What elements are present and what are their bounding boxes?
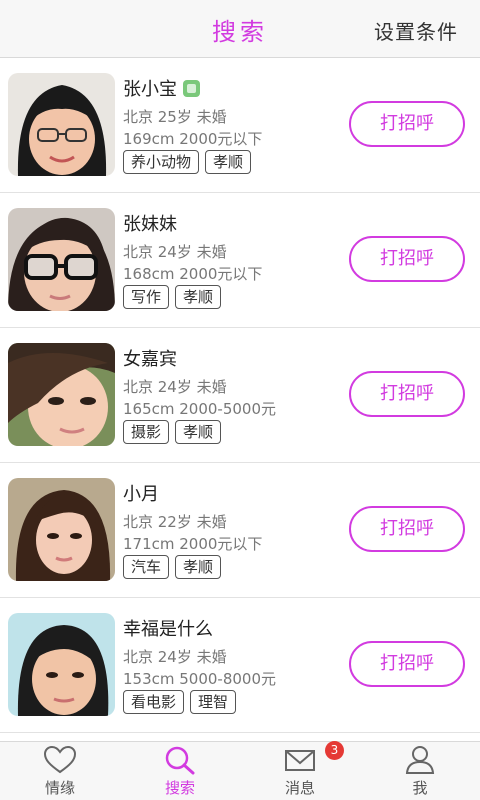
set-conditions-button[interactable]: 设置条件	[374, 16, 458, 45]
profile-height-income: 169cm 2000元以下	[123, 130, 263, 148]
profile-list-item[interactable]: 幸福是什么 北京 24岁 未婚 153cm 5000-8000元 看电影 理智 …	[0, 598, 480, 733]
profile-basic-info: 北京 25岁 未婚	[123, 108, 227, 126]
profile-basic-info: 北京 24岁 未婚	[123, 378, 227, 396]
profile-tag: 理智	[190, 690, 237, 714]
profile-height-income: 165cm 2000-5000元	[123, 400, 277, 418]
verified-icon	[183, 80, 200, 97]
profile-tag: 孝顺	[175, 555, 222, 579]
profile-height-income: 171cm 2000元以下	[123, 535, 263, 553]
profile-list-item[interactable]: 小月 北京 22岁 未婚 171cm 2000元以下 汽车 孝顺 打招呼	[0, 463, 480, 598]
profile-avatar[interactable]	[8, 208, 115, 311]
bottom-nav: 情缘 搜索 消息 我	[0, 741, 480, 800]
profile-list-item[interactable]: 女嘉宾 北京 24岁 未婚 165cm 2000-5000元 摄影 孝顺 打招呼	[0, 328, 480, 463]
profile-name: 幸福是什么	[123, 619, 213, 640]
greet-button[interactable]: 打招呼	[349, 506, 465, 552]
heart-icon	[42, 745, 78, 775]
profile-basic-info: 北京 24岁 未婚	[123, 648, 227, 666]
profile-tag: 摄影	[123, 420, 170, 444]
profile-tags: 摄影 孝顺	[123, 420, 222, 444]
profile-tag: 汽车	[123, 555, 170, 579]
greet-button[interactable]: 打招呼	[349, 236, 465, 282]
profile-height-income: 168cm 2000元以下	[123, 265, 263, 283]
profile-tags: 汽车 孝顺	[123, 555, 222, 579]
greet-button[interactable]: 打招呼	[349, 641, 465, 687]
profile-avatar[interactable]	[8, 343, 115, 446]
profile-basic-info: 北京 22岁 未婚	[123, 513, 227, 531]
profile-name: 张小宝	[123, 75, 200, 101]
person-icon	[402, 745, 438, 775]
profile-avatar[interactable]	[8, 613, 115, 716]
profile-list-item[interactable]: 张小宝 北京 25岁 未婚 169cm 2000元以下 养小动物 孝顺 打招呼	[0, 58, 480, 193]
profile-avatar[interactable]	[8, 478, 115, 581]
profile-name: 张妹妹	[123, 214, 177, 235]
profile-tag: 写作	[123, 285, 170, 309]
profile-tags: 看电影 理智	[123, 690, 237, 714]
profile-tags: 写作 孝顺	[123, 285, 222, 309]
greet-button[interactable]: 打招呼	[349, 371, 465, 417]
search-icon	[162, 745, 198, 775]
profile-tag: 孝顺	[175, 420, 222, 444]
nav-label: 搜索	[164, 779, 195, 797]
greet-button[interactable]: 打招呼	[349, 101, 465, 147]
profile-height-income: 153cm 5000-8000元	[123, 670, 277, 688]
mail-icon	[282, 745, 318, 775]
top-bar: 搜索 设置条件	[0, 0, 480, 58]
profile-tag: 看电影	[123, 690, 185, 714]
profile-basic-info: 北京 24岁 未婚	[123, 243, 227, 261]
nav-label: 情缘	[44, 779, 75, 797]
profile-name: 女嘉宾	[123, 349, 177, 370]
app-screen: 搜索 设置条件 张小宝 北京 25岁 未婚 169cm 2000元以下 养小动物…	[0, 0, 480, 800]
profile-list[interactable]: 张小宝 北京 25岁 未婚 169cm 2000元以下 养小动物 孝顺 打招呼	[0, 58, 480, 742]
profile-name: 小月	[123, 484, 159, 505]
profile-tag: 孝顺	[175, 285, 222, 309]
message-count-badge: 3	[325, 741, 344, 760]
profile-tag: 孝顺	[205, 150, 252, 174]
profile-tag: 养小动物	[123, 150, 200, 174]
nav-item-me[interactable]: 我	[360, 742, 480, 800]
nav-label: 我	[412, 779, 428, 797]
profile-tags: 养小动物 孝顺	[123, 150, 252, 174]
profile-avatar[interactable]	[8, 73, 115, 176]
nav-item-qingyuan[interactable]: 情缘	[0, 742, 120, 800]
nav-item-search[interactable]: 搜索	[120, 742, 240, 800]
profile-list-item[interactable]: 张妹妹 北京 24岁 未婚 168cm 2000元以下 写作 孝顺 打招呼	[0, 193, 480, 328]
nav-label: 消息	[284, 779, 315, 797]
